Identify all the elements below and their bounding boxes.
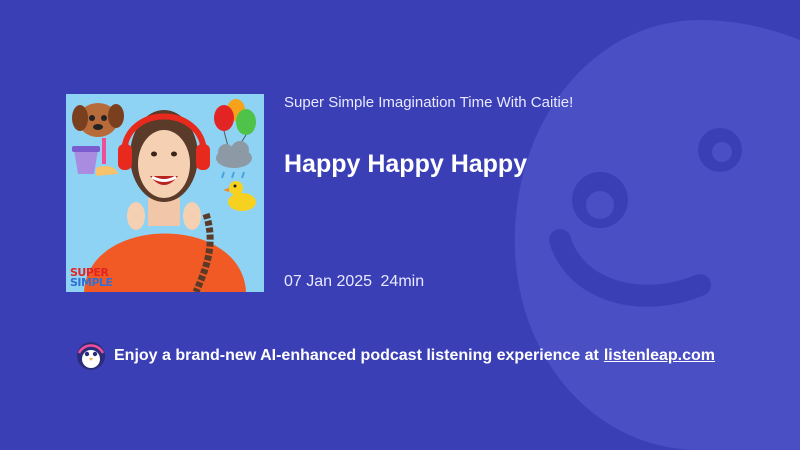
show-title[interactable]: Super Simple Imagination Time With Caiti… [284,94,573,111]
promo-text: Enjoy a brand-new AI-enhanced podcast li… [114,347,599,364]
episode-meta: 07 Jan 2025 24min [284,273,424,291]
promo-banner: Enjoy a brand-new AI-enhanced podcast li… [76,341,715,371]
listenleap-link[interactable]: listenleap.com [604,347,715,365]
cover-illustration [66,94,264,292]
episode-duration: 24min [380,273,425,290]
episode-title[interactable]: Happy Happy Happy [284,150,527,179]
super-simple-logo: SUPER SIMPLE [70,266,113,289]
episode-date: 07 Jan 2025 [284,273,373,290]
episode-cover-art[interactable]: SUPER SIMPLE [66,94,264,292]
penguin-logo-icon [77,342,105,370]
